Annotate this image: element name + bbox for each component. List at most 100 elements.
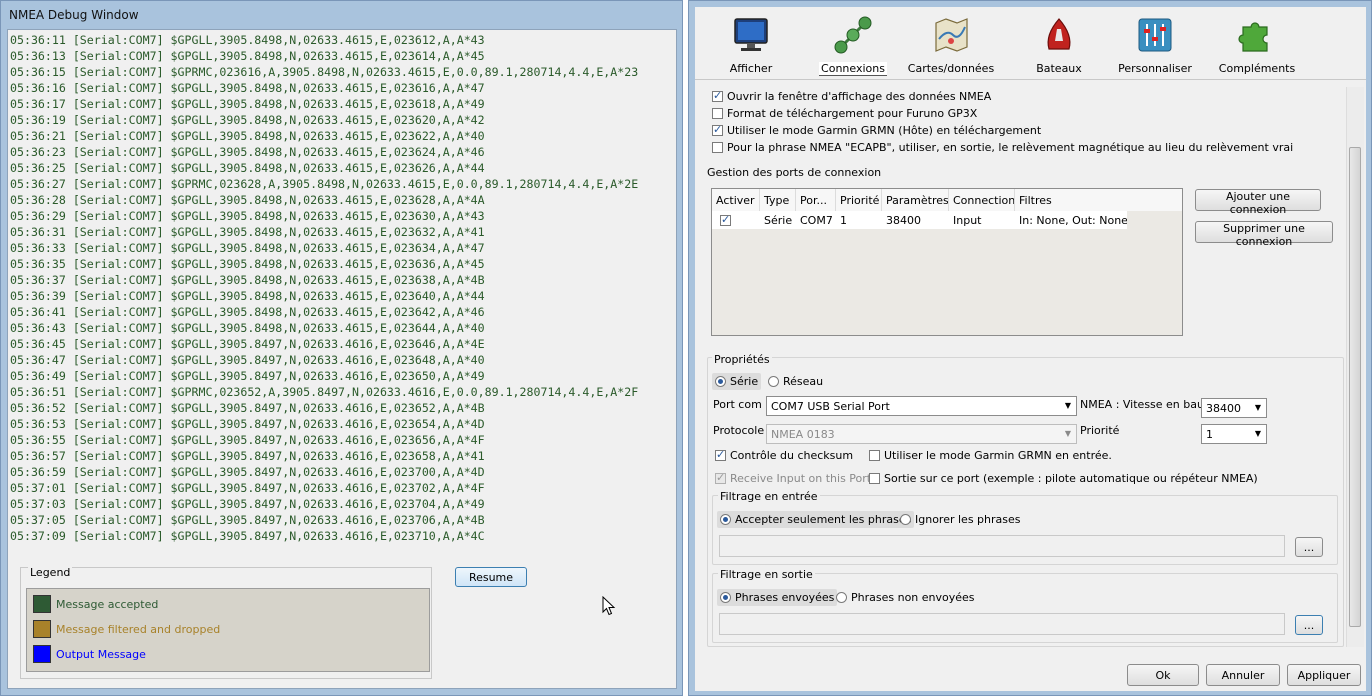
tab-afficher[interactable]: Afficher [701,11,801,77]
checkbox-label: Ouvrir la fenêtre d'affichage des donnée… [727,90,992,103]
grid-header-cell[interactable]: Type [760,189,796,211]
legend-panel: Message accepted Message filtered and dr… [26,588,430,672]
checkbox[interactable] [712,89,723,102]
puzzle-icon [1238,22,1268,52]
protocol-select[interactable]: NMEA 0183 ▼ [766,424,1077,444]
connections-grid[interactable]: Activer Type Por... Priorité Paramètres … [711,188,1183,336]
grid-enable-cell[interactable] [716,211,736,229]
enable-checkbox[interactable] [720,213,731,226]
radio-button[interactable] [715,376,726,387]
tab-complements[interactable]: Compléments [1207,11,1307,77]
tab-bateaux[interactable]: Bateaux [1009,11,1109,77]
connections-icon [834,16,872,54]
nmea-log[interactable]: 05:36:11 [Serial:COM7] $GPGLL,3905.8498,… [10,32,672,572]
option-ecapb-magnetic[interactable]: Pour la phrase NMEA "ECAPB", utiliser, e… [712,140,1293,155]
log-line: 05:36:49 [Serial:COM7] $GPGLL,3905.8497,… [10,369,485,383]
grid-header-cell[interactable]: Connection [949,189,1015,211]
log-line: 05:36:39 [Serial:COM7] $GPGLL,3905.8498,… [10,289,485,303]
log-line: 05:37:05 [Serial:COM7] $GPGLL,3905.8497,… [10,513,485,527]
scrollbar-thumb[interactable] [1349,147,1361,627]
radio-label: Phrases envoyées [735,591,835,604]
log-line: 05:36:25 [Serial:COM7] $GPGLL,3905.8498,… [10,161,485,175]
log-line: 05:36:47 [Serial:COM7] $GPGLL,3905.8497,… [10,353,485,367]
radio-label: Phrases non envoyées [851,591,975,604]
protocol-label: Protocole [713,424,765,437]
tab-label: Connexions [819,62,887,76]
log-line: 05:36:27 [Serial:COM7] $GPRMC,023628,A,3… [10,177,639,191]
log-line: 05:36:31 [Serial:COM7] $GPGLL,3905.8498,… [10,225,485,239]
cancel-button[interactable]: Annuler [1206,664,1280,686]
checkbox-label: Format de téléchargement pour Furuno GP3… [727,107,978,120]
radio-button[interactable] [720,592,731,603]
legend-swatch-filtered [33,620,51,638]
option-receive-input[interactable]: Receive Input on this Port [715,471,871,486]
remove-connection-button[interactable]: Supprimer une connexion [1195,221,1333,248]
option-garmin-host[interactable]: Utiliser le mode Garmin GRMN (Hôte) en t… [712,123,1041,138]
log-line: 05:36:37 [Serial:COM7] $GPGLL,3905.8498,… [10,273,485,287]
option-output-port[interactable]: Sortie sur ce port (exemple : pilote aut… [869,471,1258,486]
baud-select[interactable]: 38400 ▼ [1201,398,1267,418]
grid-header-cell[interactable]: Filtres [1015,189,1127,211]
log-line: 05:36:16 [Serial:COM7] $GPGLL,3905.8498,… [10,81,485,95]
radio-button[interactable] [768,376,779,387]
radio-button[interactable] [836,592,847,603]
grid-header-cell[interactable]: Paramètres [882,189,949,211]
mouse-cursor-icon [602,596,616,616]
grid-header-cell[interactable]: Priorité [836,189,882,211]
checkbox-label: Utiliser le mode Garmin GRMN (Hôte) en t… [727,124,1042,137]
add-connection-button[interactable]: Ajouter une connexion [1195,189,1321,216]
option-furuno-gp3x[interactable]: Format de téléchargement pour Furuno GP3… [712,106,977,121]
checkbox[interactable] [715,471,726,484]
tab-cartes[interactable]: Cartes/données [901,11,1001,77]
grid-header-cell[interactable]: Por... [796,189,836,211]
monitor-icon [734,18,768,51]
ok-button[interactable]: Ok [1127,664,1199,686]
radio-button[interactable] [720,514,731,525]
checkbox[interactable] [712,142,723,153]
checkbox-label: Sortie sur ce port (exemple : pilote aut… [884,472,1258,485]
radio-button[interactable] [900,514,911,525]
port-com-select[interactable]: COM7 USB Serial Port ▼ [766,396,1077,416]
checkbox-label: Utiliser le mode Garmin GRMN en entrée. [884,449,1112,462]
radio-sentences-not-sent[interactable]: Phrases non envoyées [833,589,978,606]
dropdown-arrow-icon: ▼ [1254,429,1261,438]
resume-button[interactable]: Resume [455,567,527,587]
option-checksum[interactable]: Contrôle du checksum [715,448,853,463]
tab-connexions[interactable]: Connexions [803,11,903,77]
option-garmin-input[interactable]: Utiliser le mode Garmin GRMN en entrée. [869,448,1112,463]
option-open-nmea-window[interactable]: Ouvrir la fenêtre d'affichage des donnée… [712,89,991,104]
checkbox[interactable] [869,473,880,484]
log-line: 05:36:19 [Serial:COM7] $GPGLL,3905.8498,… [10,113,485,127]
log-line: 05:36:33 [Serial:COM7] $GPGLL,3905.8498,… [10,241,485,255]
radio-serial[interactable]: Série [712,373,762,390]
grid-cell-type: Série [764,213,793,227]
checkbox[interactable] [869,450,880,461]
radio-sentences-sent[interactable]: Phrases envoyées [717,589,838,606]
log-line: 05:36:57 [Serial:COM7] $GPGLL,3905.8497,… [10,449,485,463]
output-filter-title: Filtrage en sortie [718,568,815,581]
dropdown-arrow-icon: ▼ [1064,401,1071,410]
input-filter-sentences-field[interactable] [719,535,1285,557]
input-filter-browse-button[interactable]: ... [1295,537,1323,557]
checkbox[interactable] [712,123,723,136]
radio-network[interactable]: Réseau [765,373,826,390]
grid-header-cell[interactable]: Activer [712,189,760,211]
output-filter-browse-button[interactable]: ... [1295,615,1323,635]
output-filter-sentences-field[interactable] [719,613,1285,635]
log-line: 05:37:09 [Serial:COM7] $GPGLL,3905.8497,… [10,529,485,543]
checkbox[interactable] [712,108,723,119]
tab-personnaliser[interactable]: Personnaliser [1105,11,1205,77]
apply-button[interactable]: Appliquer [1287,664,1361,686]
properties-title: Propriétés [712,353,772,366]
radio-accept-sentences[interactable]: Accepter seulement les phrases [717,511,915,528]
log-line: 05:36:43 [Serial:COM7] $GPGLL,3905.8498,… [10,321,485,335]
checkbox[interactable] [715,448,726,461]
radio-ignore-sentences[interactable]: Ignorer les phrases [897,511,1024,528]
vertical-scrollbar[interactable] [1346,87,1364,647]
log-line: 05:36:29 [Serial:COM7] $GPGLL,3905.8498,… [10,209,485,223]
priority-select[interactable]: 1 ▼ [1201,424,1267,444]
log-line: 05:36:21 [Serial:COM7] $GPGLL,3905.8498,… [10,129,485,143]
log-line: 05:37:03 [Serial:COM7] $GPGLL,3905.8497,… [10,497,485,511]
grid-row-com7[interactable]: Série COM7 1 38400 Input In: None, Out: … [712,211,1127,229]
log-line: 05:36:55 [Serial:COM7] $GPGLL,3905.8497,… [10,433,485,447]
